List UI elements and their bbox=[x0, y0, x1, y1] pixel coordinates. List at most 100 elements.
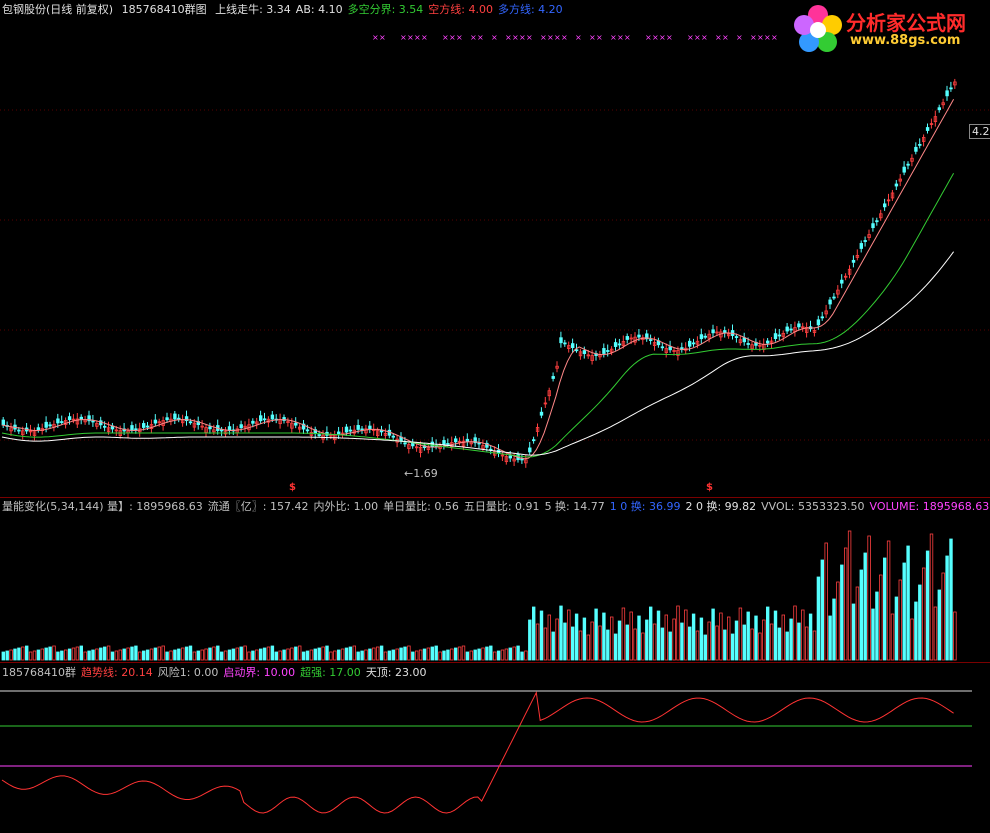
candle-body bbox=[914, 146, 918, 152]
volume-bar bbox=[844, 547, 848, 661]
main-header-item: 多方线: 4.20 bbox=[497, 3, 563, 16]
candle-body bbox=[840, 279, 844, 284]
volume-bar bbox=[407, 645, 411, 661]
volume-bar bbox=[239, 646, 243, 661]
candle-body bbox=[442, 440, 446, 445]
flower-icon bbox=[794, 5, 842, 52]
volume-bar bbox=[383, 651, 388, 661]
volume-bar bbox=[750, 628, 754, 661]
volume-bar bbox=[418, 649, 423, 661]
volume-bar bbox=[36, 649, 41, 661]
candle-body bbox=[103, 425, 107, 428]
volume-bar bbox=[824, 542, 828, 661]
volume-bar bbox=[52, 645, 56, 661]
volume-bar bbox=[329, 651, 333, 661]
signal-x-marker: × bbox=[694, 33, 701, 42]
candle-body bbox=[219, 429, 224, 432]
candle-body bbox=[344, 426, 349, 433]
signal-x-marker: × bbox=[449, 33, 456, 42]
ma-mid-line bbox=[1, 172, 955, 458]
volume-bar bbox=[492, 651, 497, 661]
chart-canvas[interactable]: × × × × × × × × × × × × × × × × × × × × × × × × × × × × × × × × × × × × × × × × bbox=[0, 0, 990, 833]
volume-bar bbox=[44, 647, 48, 661]
candle-body bbox=[1, 419, 5, 426]
ma-short-line bbox=[1, 99, 955, 460]
volume-bar bbox=[555, 618, 559, 661]
signal-x-marker: × bbox=[554, 33, 561, 42]
volume-bar bbox=[270, 645, 275, 661]
volume-bar bbox=[613, 633, 618, 661]
volume-bar bbox=[387, 650, 392, 661]
candle-body bbox=[606, 350, 610, 352]
volume-bar bbox=[680, 622, 684, 661]
volume-bar bbox=[645, 619, 649, 661]
volume-bar bbox=[450, 648, 454, 661]
volume-bar bbox=[169, 650, 173, 661]
volume-bar bbox=[352, 645, 356, 661]
volume-bar bbox=[465, 651, 470, 661]
signal-x-marker: × bbox=[456, 33, 463, 42]
volume-bar bbox=[336, 649, 341, 661]
volume-bar bbox=[278, 650, 282, 661]
volume-bar bbox=[871, 608, 875, 661]
volume-bar bbox=[457, 646, 462, 661]
signal-x-marker: × bbox=[407, 33, 414, 42]
volume-bar bbox=[461, 645, 466, 661]
volume-bar bbox=[598, 625, 602, 661]
volume-bar bbox=[543, 627, 548, 661]
volume-bar bbox=[95, 648, 99, 661]
candle-body bbox=[691, 342, 696, 345]
volume-bar bbox=[395, 648, 399, 661]
volume-bar bbox=[594, 608, 598, 661]
volume-bar bbox=[859, 569, 863, 661]
main-chart-header: 包钢股份(日线 前复权) 185768410群图 上线走牛: 3.34 AB: 4… bbox=[2, 3, 573, 17]
vol-header-item: 5 换: 14.77 bbox=[544, 500, 605, 513]
signal-x-marker: × bbox=[442, 33, 449, 42]
candle-body bbox=[153, 419, 158, 424]
volume-bar bbox=[266, 646, 271, 661]
volume-bar bbox=[894, 596, 899, 661]
pane-divider-top[interactable] bbox=[0, 497, 990, 498]
volume-bar bbox=[758, 632, 762, 661]
volume-bar bbox=[110, 651, 115, 661]
volume-bar bbox=[28, 651, 33, 661]
volume-bar bbox=[103, 646, 107, 661]
volume-bar bbox=[766, 606, 770, 661]
stock-name[interactable]: 包钢股份(日线 前复权) bbox=[2, 3, 113, 16]
volume-bar bbox=[805, 626, 809, 661]
volume-bar bbox=[477, 648, 481, 661]
volume-bar bbox=[571, 626, 575, 661]
volume-bar bbox=[660, 627, 665, 661]
candle-body bbox=[851, 259, 856, 263]
volume-bar bbox=[364, 649, 368, 661]
volume-bar bbox=[438, 651, 442, 661]
candle-body bbox=[906, 163, 910, 166]
candle-body bbox=[832, 296, 836, 299]
volume-bar bbox=[875, 591, 879, 661]
vol-header-item: VVOL: 5353323.50 bbox=[761, 500, 865, 513]
volume-bar bbox=[773, 610, 778, 661]
volume-bar bbox=[297, 645, 302, 661]
volume-bar bbox=[641, 632, 645, 661]
volume-bar bbox=[797, 622, 801, 661]
volume-bar bbox=[446, 649, 450, 661]
volume-bar bbox=[512, 646, 516, 661]
volume-bar bbox=[621, 607, 626, 661]
volume-bar bbox=[161, 645, 165, 661]
volume-bar bbox=[313, 648, 317, 661]
volume-bar bbox=[832, 598, 836, 661]
volume-bar bbox=[574, 613, 579, 661]
candle-body bbox=[871, 223, 875, 229]
candle-body bbox=[177, 417, 181, 420]
candle-body bbox=[60, 421, 64, 423]
volume-bar bbox=[847, 530, 852, 661]
volume-bar bbox=[496, 650, 501, 661]
volume-bar bbox=[301, 651, 306, 661]
volume-bar bbox=[368, 648, 372, 661]
volume-bar bbox=[255, 649, 259, 661]
volume-bar bbox=[403, 646, 407, 661]
pane-divider-bottom[interactable] bbox=[0, 662, 990, 663]
logo-url[interactable]: www.88gs.com bbox=[850, 33, 960, 48]
candle-body bbox=[477, 442, 481, 445]
main-header-item: 上线走牛: 3.34 bbox=[215, 3, 291, 16]
